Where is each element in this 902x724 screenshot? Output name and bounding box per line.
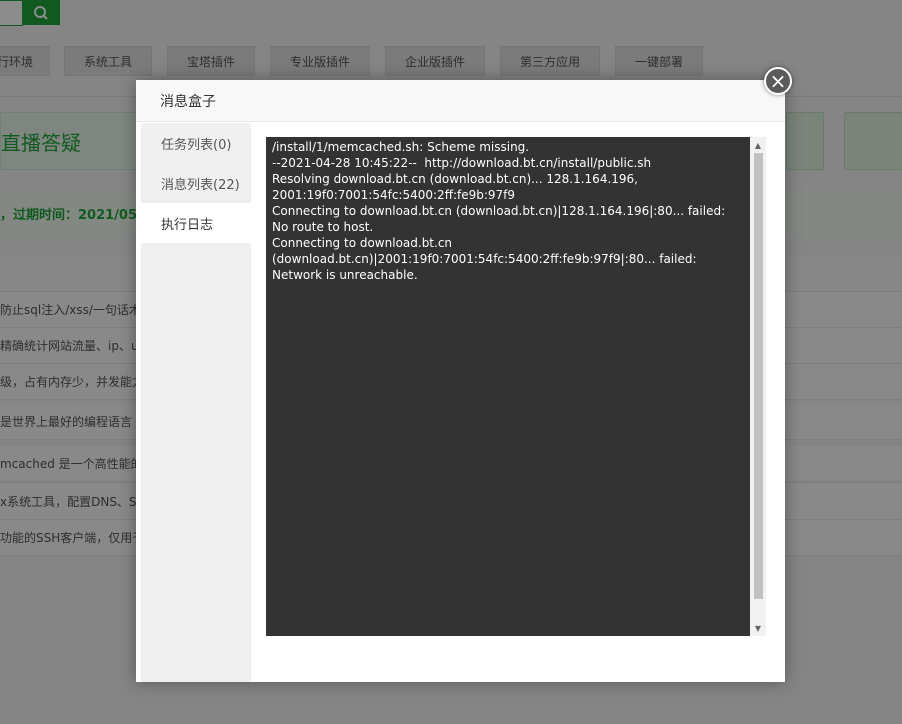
scrollbar-thumb[interactable] (754, 153, 763, 599)
close-icon: × (769, 69, 787, 93)
message-box-dialog: 消息盒子 任务列表(0) 消息列表(22) 执行日志 /install/1/me… (136, 80, 785, 682)
sidebar-item-message-list[interactable]: 消息列表(22) (141, 163, 251, 203)
dialog-sidebar: 任务列表(0) 消息列表(22) 执行日志 (141, 123, 251, 682)
dialog-title: 消息盒子 (136, 80, 785, 122)
sidebar-item-task-list[interactable]: 任务列表(0) (141, 123, 251, 163)
close-button[interactable]: × (764, 67, 792, 95)
arrow-down-icon[interactable]: ▼ (750, 620, 766, 636)
arrow-up-icon[interactable]: ▲ (750, 137, 766, 153)
execution-log-output[interactable]: /install/1/memcached.sh: Scheme missing.… (266, 137, 750, 636)
sidebar-item-execution-log[interactable]: 执行日志 (141, 203, 251, 243)
log-scrollbar[interactable]: ▲ ▼ (750, 137, 766, 636)
log-panel: /install/1/memcached.sh: Scheme missing.… (266, 136, 766, 636)
